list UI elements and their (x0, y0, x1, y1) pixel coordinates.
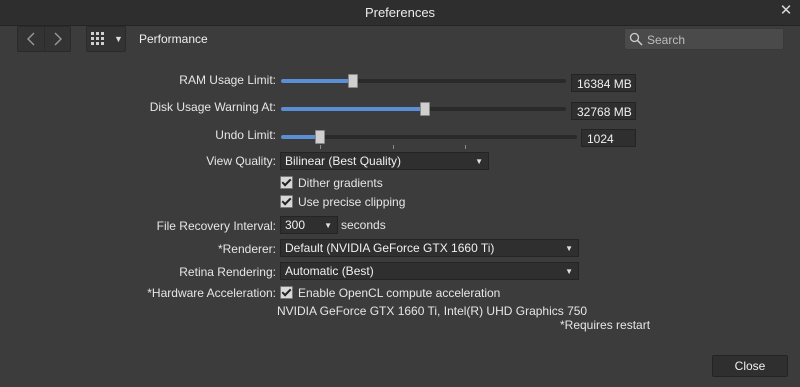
disk-warning-value[interactable]: 32768 MB (571, 102, 636, 120)
file-recovery-label: File Recovery Interval: (156, 219, 276, 233)
precise-clipping-checkbox[interactable] (280, 195, 293, 208)
window-title: Preferences (364, 5, 436, 20)
dither-gradients-row[interactable]: Dither gradients (280, 176, 383, 190)
close-icon[interactable]: ✕ (778, 3, 794, 19)
precise-clipping-row[interactable]: Use precise clipping (280, 195, 405, 209)
slider-track (281, 135, 577, 139)
precise-clipping-label: Use precise clipping (298, 195, 406, 209)
caret-down-icon: ▼ (114, 34, 123, 44)
retina-dropdown[interactable]: Automatic (Best) ▼ (280, 262, 579, 280)
slider-thumb[interactable] (420, 102, 430, 116)
ram-usage-value[interactable]: 16384 MB (571, 74, 636, 92)
slider-fill (281, 79, 352, 83)
slider-fill (281, 135, 319, 139)
section-title: Performance (139, 32, 208, 46)
hardware-accel-row[interactable]: Enable OpenCL compute acceleration (280, 286, 500, 300)
renderer-selected: Default (NVIDIA GeForce GTX 1660 Ti) (285, 241, 495, 255)
slider-tick (320, 145, 321, 149)
dropdown-arrow-icon: ▼ (565, 244, 573, 253)
retina-label: Retina Rendering: (179, 265, 276, 279)
dropdown-arrow-icon: ▼ (475, 157, 483, 166)
slider-fill (281, 107, 424, 111)
title-bar: Preferences ✕ (0, 0, 800, 26)
disk-warning-label: Disk Usage Warning At: (149, 100, 276, 114)
hardware-accel-label: *Hardware Acceleration: (147, 286, 276, 300)
search-box[interactable] (624, 28, 784, 50)
nav-buttons (17, 26, 71, 52)
close-button[interactable]: Close (712, 355, 788, 377)
slider-ticks (281, 145, 577, 150)
slider-thumb[interactable] (348, 74, 358, 88)
chevron-left-icon[interactable] (18, 27, 44, 51)
hardware-accel-devices: NVIDIA GeForce GTX 1660 Ti, Intel(R) UHD… (277, 304, 588, 318)
view-quality-selected: Bilinear (Best Quality) (285, 154, 402, 168)
view-quality-label: View Quality: (206, 154, 276, 168)
slider-tick (465, 145, 466, 149)
dropdown-arrow-icon: ▼ (324, 221, 332, 230)
search-input[interactable] (645, 31, 779, 48)
view-quality-dropdown[interactable]: Bilinear (Best Quality) ▼ (280, 152, 489, 170)
slider-thumb[interactable] (315, 130, 325, 144)
requires-restart-note: *Requires restart (560, 318, 651, 332)
file-recovery-dropdown[interactable]: 300 ▼ (280, 216, 338, 234)
dither-gradients-checkbox[interactable] (280, 176, 293, 189)
file-recovery-unit: seconds (341, 218, 386, 232)
undo-limit-slider[interactable] (281, 130, 577, 149)
disk-warning-slider[interactable] (281, 102, 566, 116)
ram-usage-slider[interactable] (281, 74, 566, 88)
renderer-label: *Renderer: (217, 242, 276, 256)
file-recovery-selected: 300 (285, 218, 306, 232)
dither-gradients-label: Dither gradients (298, 176, 383, 190)
hardware-accel-checkbox[interactable] (280, 286, 293, 299)
hardware-accel-checkbox-label: Enable OpenCL compute acceleration (298, 286, 501, 300)
dropdown-arrow-icon: ▼ (565, 267, 573, 276)
retina-selected: Automatic (Best) (285, 264, 374, 278)
ram-usage-label: RAM Usage Limit: (179, 73, 276, 87)
chevron-right-icon[interactable] (44, 27, 71, 51)
undo-limit-label: Undo Limit: (215, 128, 276, 142)
renderer-dropdown[interactable]: Default (NVIDIA GeForce GTX 1660 Ti) ▼ (280, 239, 579, 257)
slider-tick (393, 145, 394, 149)
search-icon (629, 32, 643, 46)
grid-icon (91, 32, 104, 45)
undo-limit-value[interactable]: 1024 (581, 129, 636, 147)
toolbar: ▼ Performance (0, 26, 800, 53)
grid-view-button[interactable]: ▼ (86, 26, 126, 52)
